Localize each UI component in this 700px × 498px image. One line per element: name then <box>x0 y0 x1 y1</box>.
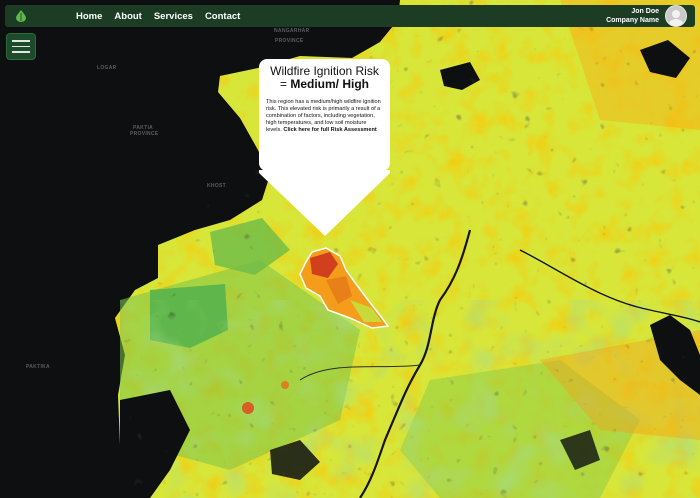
hamburger-menu-button[interactable] <box>6 33 36 60</box>
risk-popup: Wildfire Ignition Risk = Medium/ High Th… <box>259 59 390 236</box>
nav-about-link[interactable]: About <box>114 11 141 22</box>
company-name: Company Name <box>606 17 659 24</box>
nav-links: Home About Services Contact <box>76 11 240 22</box>
user-profile[interactable]: Jon Doe Company Name <box>606 5 687 27</box>
leaf-logo-icon[interactable] <box>14 9 28 23</box>
user-info: Jon Doe Company Name <box>606 7 659 25</box>
map-label-province-2: PROVINCE <box>130 131 159 137</box>
hotspot <box>242 402 254 414</box>
navbar: Home About Services Contact Jon Doe Comp… <box>5 5 695 27</box>
map-label-logar: LOGAR <box>97 65 117 71</box>
popup-risk-level: Medium/ High <box>290 77 369 91</box>
hamburger-line <box>12 40 30 42</box>
nav-contact-link[interactable]: Contact <box>205 11 240 22</box>
risk-assessment-link[interactable]: Click here for full Risk Assessment <box>283 127 376 133</box>
popup-box: Wildfire Ignition Risk = Medium/ High Th… <box>259 59 390 171</box>
avatar[interactable] <box>665 5 687 27</box>
map-label-nangarhar: NANGARHAR <box>274 28 310 34</box>
nav-home-link[interactable]: Home <box>76 11 102 22</box>
map-label-province: PROVINCE <box>275 38 304 44</box>
popup-pointer <box>259 170 390 236</box>
popup-title: Wildfire Ignition Risk = Medium/ High <box>266 65 383 91</box>
map-label-khost: KHOST <box>207 183 226 189</box>
user-name: Jon Doe <box>631 8 659 15</box>
hamburger-line <box>12 51 30 53</box>
hotspot <box>281 381 289 389</box>
hamburger-line <box>12 45 30 48</box>
nav-services-link[interactable]: Services <box>154 11 193 22</box>
popup-description: This region has a medium/high wildfire i… <box>266 99 383 134</box>
map-label-paktika: PAKTIKA <box>26 364 50 370</box>
